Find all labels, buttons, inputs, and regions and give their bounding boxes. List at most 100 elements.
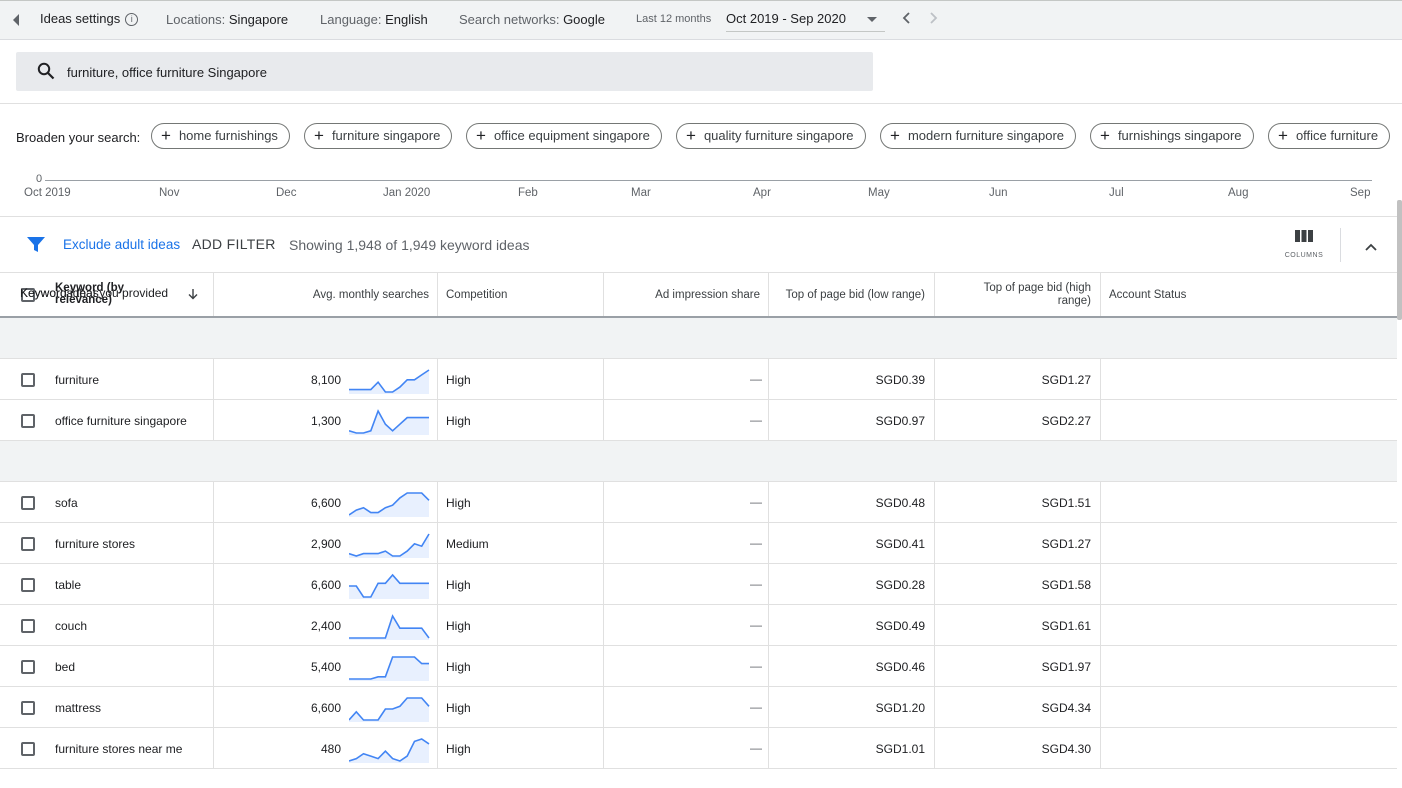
filter-icon[interactable] [27, 237, 45, 258]
broaden-chip[interactable]: + modern furniture singapore [880, 123, 1077, 149]
ad-share-cell: — [604, 359, 769, 399]
broaden-chip[interactable]: + office equipment singapore [466, 123, 662, 149]
chip-label: quality furniture singapore [703, 128, 854, 143]
previous-period-icon[interactable] [899, 10, 915, 26]
ad-share-cell: — [604, 687, 769, 727]
trend-sparkline[interactable] [349, 530, 430, 558]
columns-button[interactable]: COLUMNS [1280, 229, 1328, 269]
timeline-month: May [868, 187, 890, 199]
sort-arrow-down-icon[interactable] [187, 288, 199, 303]
account-status-cell [1101, 687, 1397, 727]
competition-value: High [446, 578, 471, 592]
header-ad-share-cell[interactable]: Ad impression share [604, 273, 769, 316]
group-header-row: Keyword ideas [0, 286, 1397, 482]
search-input[interactable]: furniture, office furniture Singapore [16, 52, 873, 91]
competition-value: High [446, 373, 471, 387]
header-avg: Avg. monthly searches [312, 289, 429, 301]
trend-sparkline[interactable] [349, 653, 430, 681]
competition-cell: High [438, 564, 604, 604]
trend-sparkline[interactable] [349, 366, 430, 394]
ad-share-value: — [750, 700, 762, 714]
competition-cell: High [438, 359, 604, 399]
bid-high-cell: SGD1.61 [935, 605, 1101, 645]
ad-share-value: — [750, 741, 762, 755]
row-checkbox[interactable] [21, 537, 35, 551]
exclude-adult-ideas-filter[interactable]: Exclude adult ideas [63, 237, 180, 252]
ad-share-value: — [750, 577, 762, 591]
bid-high-cell: SGD4.30 [935, 728, 1101, 768]
row-checkbox[interactable] [21, 701, 35, 715]
plus-icon: + [161, 126, 171, 145]
keyword-text: furniture [55, 373, 100, 387]
trend-sparkline[interactable] [349, 694, 430, 722]
ad-share-cell: — [604, 400, 769, 440]
bid-low-cell: SGD0.41 [769, 523, 935, 563]
row-checkbox[interactable] [21, 660, 35, 674]
header-account-status-cell[interactable]: Account Status [1101, 273, 1397, 316]
info-icon[interactable]: i [125, 13, 139, 26]
locations-label: Locations: [166, 12, 226, 27]
add-filter-button[interactable]: ADD FILTER [192, 236, 276, 252]
ideas-settings-button[interactable]: Ideas settings i [40, 11, 139, 26]
account-status-cell [1101, 400, 1397, 440]
bid-low-cell: SGD0.49 [769, 605, 935, 645]
broaden-chip[interactable]: + home furnishings [151, 123, 290, 149]
keyword-text: furniture stores near me [55, 742, 183, 756]
header-account-status: Account Status [1109, 289, 1187, 301]
broaden-chip[interactable]: + quality furniture singapore [676, 123, 866, 149]
competition-value: High [446, 619, 471, 633]
broaden-chip[interactable]: + furnishings singapore [1090, 123, 1254, 149]
sparkline-area [349, 739, 429, 763]
language-setting[interactable]: Language: English [320, 12, 428, 27]
trend-sparkline[interactable] [349, 735, 430, 763]
search-networks-setting[interactable]: Search networks: Google [459, 12, 605, 27]
chevron-up-icon[interactable] [1364, 239, 1378, 257]
row-checkbox[interactable] [21, 619, 35, 633]
ad-share-value: — [750, 495, 762, 509]
trend-sparkline[interactable] [349, 407, 430, 435]
avg-searches-value: 1,300 [310, 414, 341, 428]
competition-value: High [446, 660, 471, 674]
bid-high-cell: SGD1.97 [935, 646, 1101, 686]
divider [1340, 228, 1341, 262]
bid-low-cell: SGD0.46 [769, 646, 935, 686]
keyword-cell: furniture [0, 359, 214, 399]
header-competition-cell[interactable]: Competition [438, 273, 604, 316]
broaden-chip[interactable]: + office furniture [1268, 123, 1391, 149]
ad-share-value: — [750, 372, 762, 386]
period-label: Last 12 months [636, 13, 712, 25]
locations-setting[interactable]: Locations: Singapore [166, 12, 288, 27]
keyword-cell: furniture stores near me [0, 728, 214, 768]
ad-share-cell: — [604, 564, 769, 604]
header-bid-low-cell[interactable]: Top of page bid (low range) [769, 273, 935, 316]
broaden-chip[interactable]: + furniture singapore [304, 123, 453, 149]
next-period-icon[interactable] [925, 10, 941, 26]
bid-low-value: SGD0.41 [875, 537, 925, 551]
trend-sparkline[interactable] [349, 571, 430, 599]
header-bid-low: Top of page bid (low range) [785, 289, 925, 301]
row-checkbox[interactable] [21, 742, 35, 756]
bid-low-cell: SGD0.48 [769, 482, 935, 522]
scrollbar[interactable] [1397, 200, 1402, 320]
row-checkbox[interactable] [21, 373, 35, 387]
timeline-month: Jan 2020 [383, 187, 431, 199]
row-checkbox[interactable] [21, 414, 35, 428]
settings-bar: Ideas settings i Locations: Singapore Lan… [0, 0, 1402, 40]
plus-icon: + [476, 126, 486, 145]
row-checkbox[interactable] [21, 496, 35, 510]
table-row: furniture stores 2,900 Medium — SGD0.41 SGD1.… [0, 523, 1397, 564]
collapse-panel-button[interactable] [9, 10, 23, 30]
competition-cell: High [438, 646, 604, 686]
language-value: English [385, 12, 428, 27]
header-bid-high-cell[interactable]: Top of page bid (high range) [935, 273, 1101, 316]
timeline-month: Aug [1228, 187, 1249, 199]
ad-share-cell: — [604, 728, 769, 768]
date-range-select[interactable]: Oct 2019 - Sep 2020 [726, 6, 885, 32]
avg-searches-value: 6,600 [310, 701, 341, 715]
header-avg-cell[interactable]: Avg. monthly searches [214, 273, 438, 316]
bid-high-cell: SGD2.27 [935, 400, 1101, 440]
trend-sparkline[interactable] [349, 612, 430, 640]
trend-sparkline[interactable] [349, 489, 430, 517]
bid-high-value: SGD1.27 [1041, 537, 1091, 551]
row-checkbox[interactable] [21, 578, 35, 592]
